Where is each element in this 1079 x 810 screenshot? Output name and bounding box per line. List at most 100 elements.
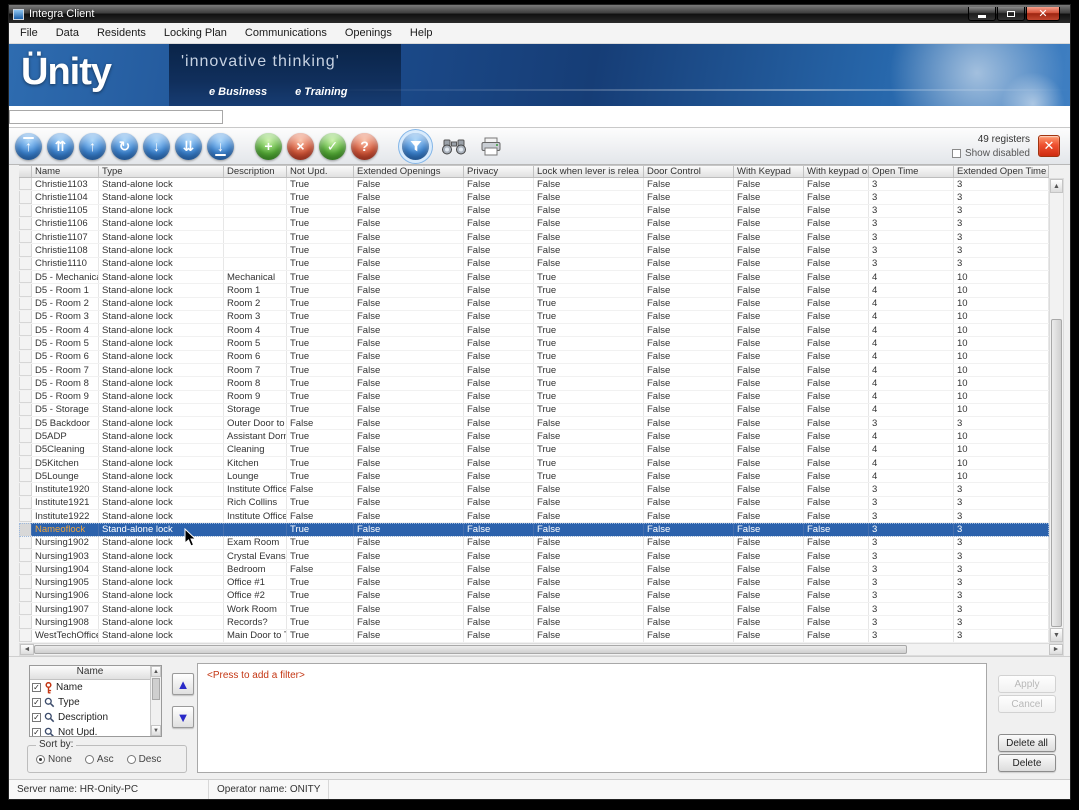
filter-field-row[interactable]: ✓Type	[30, 695, 150, 710]
fields-scrollbar[interactable]: ▲ ▼	[150, 666, 161, 736]
filter-expression-area[interactable]: <Press to add a filter>	[197, 663, 987, 773]
table-row[interactable]: Christie1108Stand-alone lockTrueFalseFal…	[19, 244, 1049, 257]
row-selector[interactable]	[19, 311, 32, 323]
column-header[interactable]: Door Control	[644, 166, 734, 177]
row-selector[interactable]	[19, 205, 32, 217]
column-header[interactable]: Privacy	[464, 166, 534, 177]
print-button[interactable]	[475, 133, 507, 160]
table-row[interactable]: Nursing1902Stand-alone lockExam RoomTrue…	[19, 537, 1049, 550]
scroll-track[interactable]	[34, 644, 1049, 655]
table-row[interactable]: D5LoungeStand-alone lockLoungeTrueFalseF…	[19, 470, 1049, 483]
row-selector[interactable]	[19, 537, 32, 549]
column-header[interactable]: Extended Openings	[354, 166, 464, 177]
table-row[interactable]: D5 - Room 2Stand-alone lockRoom 2TrueFal…	[19, 298, 1049, 311]
filter-field-row[interactable]: ✓Not Upd.	[30, 725, 150, 736]
close-button[interactable]: ✕	[1026, 7, 1060, 21]
table-row[interactable]: D5 - Room 7Stand-alone lockRoom 7TrueFal…	[19, 364, 1049, 377]
scroll-left-arrow[interactable]: ◄	[20, 644, 34, 655]
row-selector[interactable]	[19, 510, 32, 522]
table-row[interactable]: D5CleaningStand-alone lockCleaningTrueFa…	[19, 444, 1049, 457]
filter-field-row[interactable]: ✓Name	[30, 680, 150, 695]
filter-field-row[interactable]: ✓Description	[30, 710, 150, 725]
scroll-right-arrow[interactable]: ►	[1049, 644, 1063, 655]
row-selector[interactable]	[19, 271, 32, 283]
table-row[interactable]: Christie1107Stand-alone lockTrueFalseFal…	[19, 231, 1049, 244]
table-row[interactable]: Institute1922Stand-alone lockInstitute O…	[19, 510, 1049, 523]
row-selector[interactable]	[19, 630, 32, 642]
table-row[interactable]: Nursing1907Stand-alone lockWork RoomTrue…	[19, 603, 1049, 616]
row-selector[interactable]	[19, 298, 32, 310]
table-row[interactable]: Christie1110Stand-alone lockTrueFalseFal…	[19, 258, 1049, 271]
help-button[interactable]: ?	[351, 133, 378, 160]
row-selector[interactable]	[19, 218, 32, 230]
row-selector[interactable]	[19, 550, 32, 562]
scroll-up-arrow[interactable]: ▲	[151, 666, 161, 677]
table-row[interactable]: Institute1921Stand-alone lockRich Collin…	[19, 497, 1049, 510]
add-filter-placeholder[interactable]: <Press to add a filter>	[207, 670, 305, 681]
table-row[interactable]: D5 - Room 4Stand-alone lockRoom 4TrueFal…	[19, 324, 1049, 337]
row-selector[interactable]	[19, 178, 32, 190]
column-header[interactable]: With keypad on	[804, 166, 869, 177]
page-down-button[interactable]: ⇊	[175, 133, 202, 160]
last-record-button[interactable]: ↓	[207, 133, 234, 160]
minimize-button[interactable]	[968, 7, 996, 21]
title-bar[interactable]: Integra Client ✕	[9, 5, 1070, 23]
scroll-thumb[interactable]	[34, 645, 907, 654]
row-selector[interactable]	[19, 284, 32, 296]
row-selector[interactable]	[19, 603, 32, 615]
row-selector[interactable]	[19, 590, 32, 602]
table-row[interactable]: D5 - Room 1Stand-alone lockRoom 1TrueFal…	[19, 284, 1049, 297]
table-row[interactable]: NameoflockStand-alone lockTrueFalseFalse…	[19, 523, 1049, 536]
row-selector[interactable]	[19, 244, 32, 256]
row-selector[interactable]	[19, 497, 32, 509]
menu-data[interactable]: Data	[47, 24, 88, 42]
table-row[interactable]: D5 BackdoorStand-alone lockOuter Door to…	[19, 417, 1049, 430]
table-row[interactable]: Christie1103Stand-alone lockTrueFalseFal…	[19, 178, 1049, 191]
row-selector[interactable]	[19, 231, 32, 243]
column-header[interactable]: Name	[32, 166, 99, 177]
move-field-up-button[interactable]: ▲	[172, 673, 194, 695]
scroll-up-arrow[interactable]: ▲	[1050, 179, 1063, 193]
row-selector[interactable]	[19, 457, 32, 469]
column-header[interactable]: Description	[224, 166, 287, 177]
table-row[interactable]: D5KitchenStand-alone lockKitchenTrueFals…	[19, 457, 1049, 470]
table-row[interactable]: WestTechOfficeStand-alone lockMain Door …	[19, 630, 1049, 643]
first-record-button[interactable]: ↑	[15, 133, 42, 160]
menu-openings[interactable]: Openings	[336, 24, 401, 42]
row-selector[interactable]	[19, 404, 32, 416]
table-row[interactable]: D5ADPStand-alone lockAssistant Dorm FTru…	[19, 430, 1049, 443]
column-header[interactable]: Lock when lever is relea	[534, 166, 644, 177]
scroll-track[interactable]	[151, 677, 161, 725]
column-header[interactable]: Extended Open Time	[954, 166, 1049, 177]
scroll-thumb[interactable]	[1051, 319, 1062, 627]
row-selector[interactable]	[19, 483, 32, 495]
menu-file[interactable]: File	[11, 24, 47, 42]
menu-locking-plan[interactable]: Locking Plan	[155, 24, 236, 42]
next-record-button[interactable]: ↓	[143, 133, 170, 160]
table-row[interactable]: Nursing1906Stand-alone lockOffice #2True…	[19, 590, 1049, 603]
table-row[interactable]: D5 - Room 3Stand-alone lockRoom 3TrueFal…	[19, 311, 1049, 324]
menu-communications[interactable]: Communications	[236, 24, 336, 42]
filter-button[interactable]	[402, 133, 429, 160]
table-row[interactable]: D5 - Room 5Stand-alone lockRoom 5TrueFal…	[19, 337, 1049, 350]
table-row[interactable]: Christie1105Stand-alone lockTrueFalseFal…	[19, 205, 1049, 218]
table-row[interactable]: Nursing1904Stand-alone lockBedroomFalseF…	[19, 563, 1049, 576]
row-selector[interactable]	[19, 417, 32, 429]
row-selector[interactable]	[19, 364, 32, 376]
field-checkbox[interactable]: ✓	[32, 683, 41, 692]
show-disabled-toggle[interactable]: Show disabled	[952, 148, 1030, 159]
etraining-link[interactable]: e Training	[295, 86, 347, 98]
move-field-down-button[interactable]: ▼	[172, 706, 194, 728]
sort-option-none[interactable]: None	[36, 754, 72, 765]
field-checkbox[interactable]: ✓	[32, 713, 41, 722]
delete-button[interactable]: Delete	[998, 754, 1056, 772]
table-row[interactable]: D5 - Room 6Stand-alone lockRoom 6TrueFal…	[19, 351, 1049, 364]
column-header[interactable]: Type	[99, 166, 224, 177]
apply-button[interactable]: Apply	[998, 675, 1056, 693]
table-row[interactable]: Nursing1908Stand-alone lockRecords?TrueF…	[19, 616, 1049, 629]
column-header[interactable]: Open Time	[869, 166, 954, 177]
table-row[interactable]: Christie1106Stand-alone lockTrueFalseFal…	[19, 218, 1049, 231]
fields-list-header[interactable]: Name	[30, 666, 150, 680]
row-selector[interactable]	[19, 351, 32, 363]
maximize-button[interactable]	[997, 7, 1025, 21]
